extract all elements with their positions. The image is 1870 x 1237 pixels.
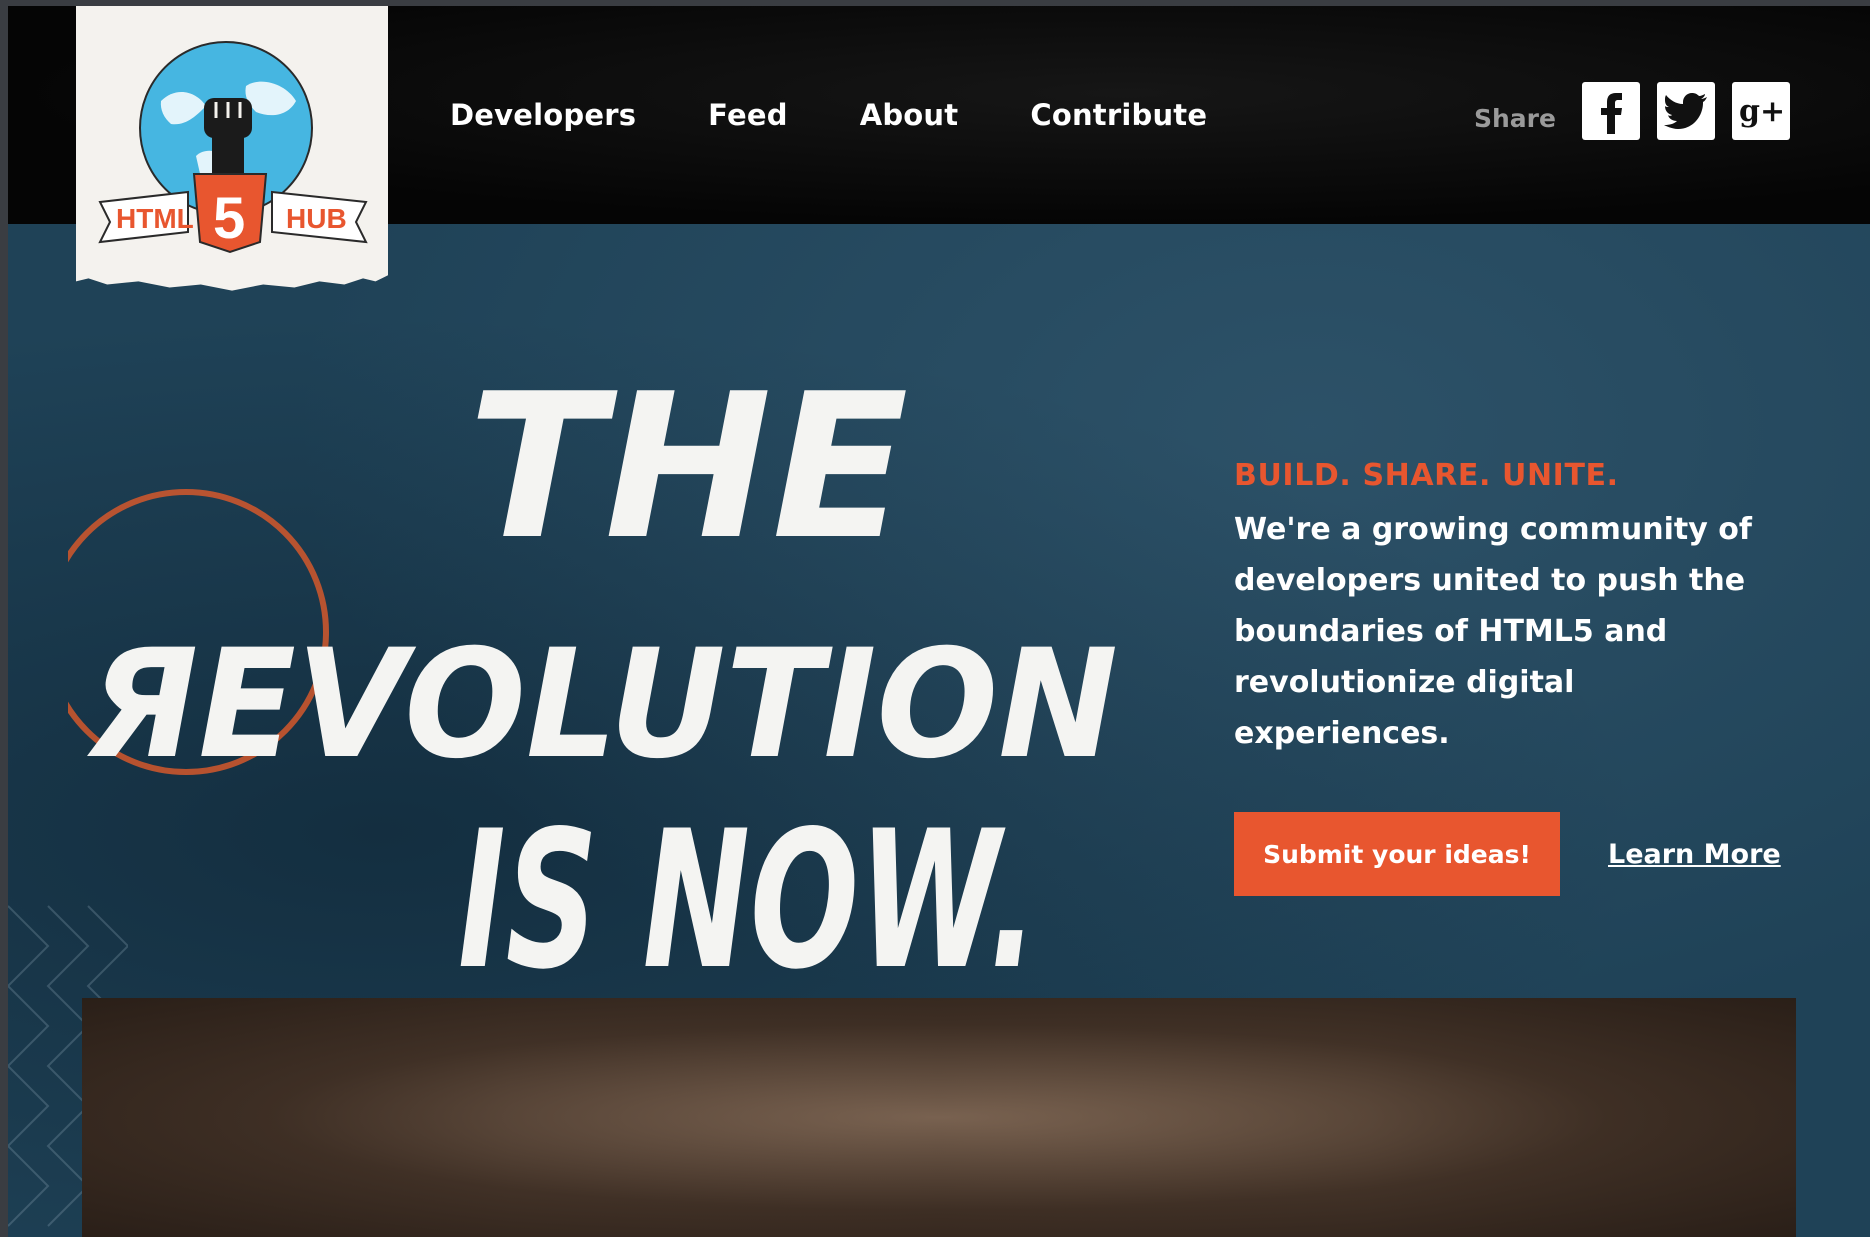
headline-line-1: THE	[468, 351, 908, 584]
submit-ideas-button[interactable]: Submit your ideas!	[1234, 812, 1560, 896]
revolution-headline: THE ЯEVOLUTION IS NOW.	[68, 351, 1118, 1011]
google-plus-share-button[interactable]: g+	[1732, 82, 1790, 140]
nav-contribute[interactable]: Contribute	[1030, 98, 1207, 132]
logo-text-hub: HUB	[286, 203, 347, 234]
tagline: BUILD. SHARE. UNITE.	[1234, 458, 1619, 493]
nav-developers[interactable]: Developers	[450, 98, 636, 132]
nav-about[interactable]: About	[860, 98, 959, 132]
intro-paragraph: We're a growing community of developers …	[1234, 512, 1752, 751]
page-frame: Developers Feed About Contribute Share g…	[8, 6, 1870, 1237]
facebook-icon	[1601, 93, 1622, 134]
logo-artwork: HTML 5 HUB	[98, 41, 368, 254]
twitter-share-button[interactable]	[1657, 82, 1715, 140]
svg-text:g+: g+	[1739, 94, 1784, 129]
video-preview[interactable]	[82, 998, 1796, 1237]
headline-line-3: IS NOW.	[458, 790, 1038, 1011]
main-nav: Developers Feed About Contribute	[450, 98, 1207, 132]
facebook-share-button[interactable]	[1582, 82, 1640, 140]
twitter-icon	[1664, 93, 1707, 129]
logo-text-html: HTML	[116, 203, 194, 234]
html5-hub-logo[interactable]: HTML 5 HUB	[76, 6, 388, 291]
share-label: Share	[1474, 104, 1556, 133]
headline-line-2: ЯEVOLUTION	[86, 618, 1118, 792]
logo-text-5: 5	[213, 186, 245, 251]
nav-feed[interactable]: Feed	[708, 98, 788, 132]
learn-more-link[interactable]: Learn More	[1608, 839, 1781, 870]
google-plus-icon: g+	[1739, 94, 1784, 129]
